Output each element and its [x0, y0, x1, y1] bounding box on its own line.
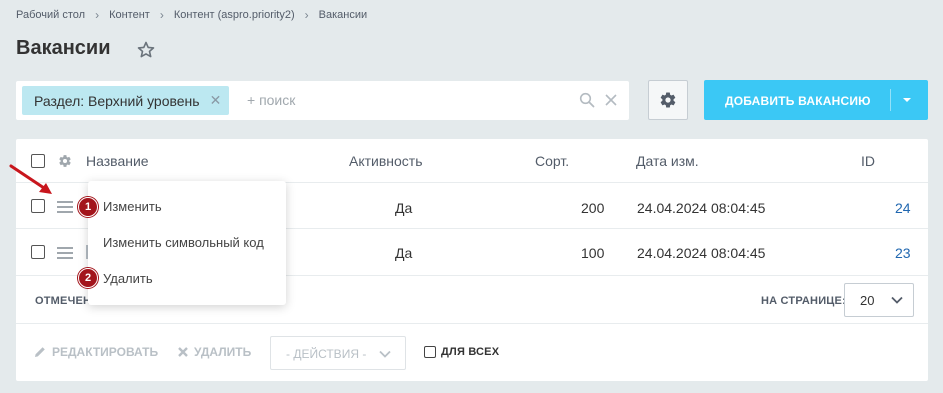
selected-count-label: ОТМЕЧЕН — [35, 295, 92, 307]
edit-action-button[interactable]: РЕДАКТИРОВАТЬ — [33, 345, 158, 359]
chevron-down-icon[interactable] — [902, 95, 912, 105]
row-date: 24.04.2024 08:04:45 — [637, 245, 766, 261]
settings-button[interactable] — [648, 80, 688, 120]
step-badge-1: 1 — [78, 197, 98, 217]
row-context-menu: Изменить Изменить символьный код Удалить — [88, 181, 286, 305]
row-id-link[interactable]: 24 — [895, 200, 911, 216]
row-sort: 200 — [581, 200, 605, 216]
step-badge-2: 2 — [78, 268, 98, 288]
row-date: 24.04.2024 08:04:45 — [637, 200, 766, 216]
add-vacancy-button[interactable]: ДОБАВИТЬ ВАКАНСИЮ — [704, 80, 928, 120]
breadcrumb-separator-icon: › — [304, 8, 309, 22]
delete-action-button[interactable]: УДАЛИТЬ — [177, 345, 251, 359]
row-checkbox[interactable] — [31, 199, 45, 213]
edit-action-label: РЕДАКТИРОВАТЬ — [52, 345, 159, 359]
breadcrumb-item-aspro-content[interactable]: Контент (aspro.priority2) — [174, 9, 295, 21]
column-header-sort[interactable]: Сорт. — [535, 153, 569, 169]
pencil-icon — [35, 347, 45, 357]
for-all-label: ДЛЯ ВСЕХ — [441, 346, 500, 358]
table-header: Название Активность Сорт. Дата изм. ID — [16, 139, 928, 183]
for-all-checkbox-box[interactable] — [424, 346, 436, 358]
delete-action-label: УДАЛИТЬ — [194, 345, 252, 359]
breadcrumb-separator-icon: › — [159, 8, 164, 22]
chevron-down-icon — [891, 296, 903, 304]
grid-action-panel: РЕДАКТИРОВАТЬ УДАЛИТЬ - ДЕЙСТВИЯ - ДЛЯ В… — [16, 324, 928, 381]
gear-icon[interactable] — [58, 154, 72, 168]
button-divider — [890, 89, 891, 111]
breadcrumb-item-vacancies[interactable]: Вакансии — [319, 9, 368, 21]
menu-item-delete[interactable]: Удалить — [103, 271, 153, 286]
row-sort: 100 — [581, 245, 605, 261]
row-active: Да — [395, 245, 413, 261]
arrow-annotation — [9, 164, 52, 194]
per-page-label: НА СТРАНИЦЕ: — [761, 295, 846, 307]
page-size-value: 20 — [860, 293, 875, 308]
column-header-active[interactable]: Активность — [349, 153, 423, 169]
search-icon[interactable] — [579, 92, 595, 108]
filter-tag-label: Раздел: Верхний уровень — [34, 92, 200, 109]
column-header-id[interactable]: ID — [861, 153, 875, 169]
burger-menu-icon[interactable] — [57, 247, 73, 259]
breadcrumb-item-desktop[interactable]: Рабочий стол — [16, 9, 85, 21]
row-checkbox[interactable] — [31, 245, 45, 259]
filter-search-box[interactable]: Раздел: Верхний уровень ✕ — [16, 81, 629, 120]
page-size-select[interactable]: 20 — [844, 283, 914, 317]
for-all-checkbox[interactable]: ДЛЯ ВСЕХ — [424, 346, 499, 358]
column-header-name[interactable]: Название — [86, 153, 149, 169]
breadcrumb-separator-icon: › — [95, 8, 100, 22]
column-header-date[interactable]: Дата изм. — [636, 153, 699, 169]
chevron-down-icon — [379, 350, 391, 358]
close-icon[interactable]: ✕ — [210, 92, 222, 109]
breadcrumb: Рабочий стол › Контент › Контент (aspro.… — [16, 8, 367, 22]
actions-select-value: - ДЕЙСТВИЯ - — [286, 347, 367, 361]
burger-menu-icon[interactable] — [57, 201, 73, 213]
star-icon[interactable] — [136, 40, 156, 60]
menu-item-edit[interactable]: Изменить — [103, 199, 162, 214]
close-icon — [178, 347, 188, 357]
row-id-link[interactable]: 23 — [895, 245, 911, 261]
row-active: Да — [395, 200, 413, 216]
add-vacancy-label: ДОБАВИТЬ ВАКАНСИЮ — [725, 94, 871, 108]
menu-item-edit-code[interactable]: Изменить символьный код — [103, 235, 264, 250]
breadcrumb-item-content[interactable]: Контент — [109, 9, 150, 21]
gear-icon — [660, 92, 676, 108]
actions-select[interactable]: - ДЕЙСТВИЯ - — [270, 336, 406, 370]
clear-icon[interactable] — [603, 92, 619, 108]
filter-tag[interactable]: Раздел: Верхний уровень ✕ — [22, 86, 230, 115]
search-input[interactable] — [247, 90, 547, 110]
page-title: Вакансии — [16, 37, 111, 59]
